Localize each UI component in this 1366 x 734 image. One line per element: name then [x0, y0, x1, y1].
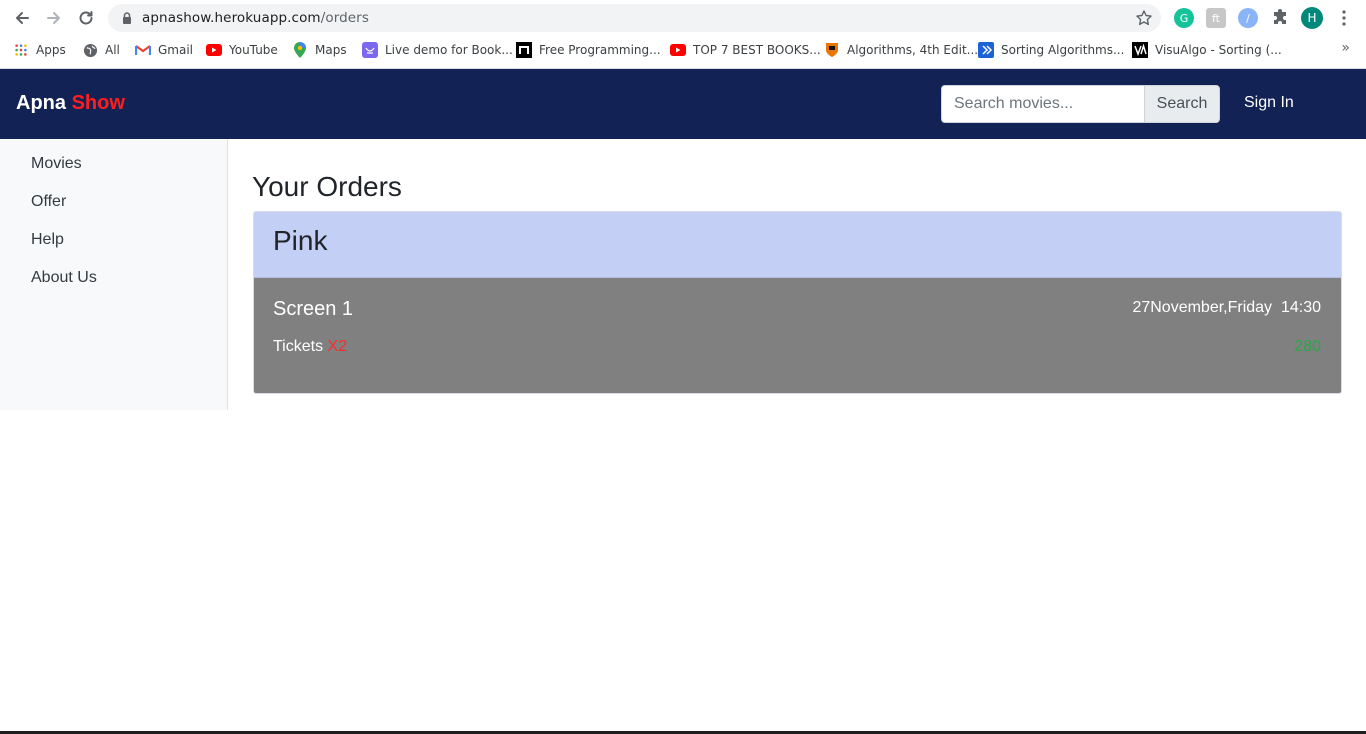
sidebar-item-offer[interactable]: Offer [31, 193, 66, 211]
bookmarks-bar: Apps All Gmail YouTube Maps Live demo fo… [0, 37, 1366, 63]
order-card-body: Screen 1 27November,Friday 14:30 Tickets… [254, 278, 1341, 393]
order-price: 280 [1294, 338, 1321, 355]
extension-icon[interactable]: ft [1206, 8, 1226, 28]
visualgo-icon [1132, 42, 1148, 58]
apps-grid-icon [13, 42, 29, 58]
showtime: 27November,Friday 14:30 [1132, 299, 1321, 317]
princeton-shield-icon [824, 42, 840, 58]
bookmark-site-icon [362, 42, 378, 58]
extensions-puzzle-icon[interactable] [1270, 8, 1290, 28]
screen-name: Screen 1 [273, 298, 354, 320]
sign-in-link[interactable]: Sign In [1244, 94, 1294, 112]
bookmark-item[interactable]: Sorting Algorithms... [978, 40, 1124, 60]
back-button[interactable] [10, 6, 34, 30]
bookmark-item[interactable]: Free Programming... [516, 40, 661, 60]
tickets-quantity: X2 [327, 338, 348, 355]
bookmark-label: YouTube [229, 43, 278, 57]
bookmark-label: Maps [315, 43, 347, 57]
search-form: Search [941, 85, 1220, 123]
profile-avatar[interactable]: H [1301, 7, 1323, 29]
tickets-label: Tickets [273, 338, 324, 355]
bookmark-label: TOP 7 BEST BOOKS... [693, 43, 821, 57]
search-button[interactable]: Search [1144, 85, 1220, 123]
grammarly-extension-icon[interactable]: G [1174, 8, 1194, 28]
order-card: Pink Screen 1 27November,Friday 14:30 Ti… [253, 211, 1342, 394]
bookmark-item[interactable]: Maps [292, 40, 347, 60]
sidebar-item-help[interactable]: Help [31, 231, 64, 249]
page-title: Your Orders [252, 171, 402, 202]
order-card-header: Pink [254, 212, 1341, 278]
url-host: apnashow.herokuapp.com [142, 10, 321, 26]
bookmark-item[interactable]: Live demo for Book... [362, 40, 513, 60]
browser-toolbar: apnashow.herokuapp.com/orders G ft / H [0, 0, 1366, 36]
bookmark-item[interactable]: Algorithms, 4th Edit... [824, 40, 978, 60]
address-bar[interactable]: apnashow.herokuapp.com/orders [108, 4, 1161, 32]
sidebar: Movies Offer Help About Us [0, 139, 228, 410]
app-navbar: Apna Show Search Sign In [0, 69, 1366, 139]
youtube-icon [206, 42, 222, 58]
bookmark-star-icon[interactable] [1135, 9, 1153, 27]
bookmark-item[interactable]: Apps [13, 40, 66, 60]
bookmark-item[interactable]: YouTube [206, 40, 278, 60]
bookmark-item[interactable]: TOP 7 BEST BOOKS... [670, 40, 821, 60]
lock-icon [123, 12, 131, 24]
browser-chrome: apnashow.herokuapp.com/orders G ft / H A… [0, 0, 1366, 69]
forward-button[interactable] [42, 6, 66, 30]
bookmark-label: Free Programming... [539, 43, 661, 57]
reload-button[interactable] [74, 6, 98, 30]
back-arrow-icon [16, 12, 29, 24]
bookmark-site-icon [516, 42, 532, 58]
brand-text: Apna [16, 92, 66, 114]
brand-accent-text: Show [71, 92, 125, 114]
maps-pin-icon [292, 42, 308, 58]
reload-icon [79, 11, 93, 25]
more-bookmarks-chevron-icon[interactable]: » [1341, 40, 1350, 56]
globe-icon [82, 42, 98, 58]
bookmark-item[interactable]: Gmail [135, 40, 193, 60]
url-path: /orders [320, 10, 369, 26]
forward-arrow-icon [47, 12, 60, 24]
sidebar-item-about-us[interactable]: About Us [31, 269, 97, 287]
tickets-info: Tickets X2 [273, 338, 347, 356]
youtube-icon [670, 42, 686, 58]
bookmark-label: Apps [36, 43, 66, 57]
browser-menu-icon[interactable] [1334, 8, 1354, 28]
brand-logo[interactable]: Apna Show [16, 92, 125, 115]
gmail-icon [135, 42, 151, 58]
bookmark-label: All [105, 43, 120, 57]
movie-title: Pink [273, 225, 328, 256]
bookmark-label: Sorting Algorithms... [1001, 43, 1125, 57]
sidebar-item-movies[interactable]: Movies [31, 155, 82, 173]
extension-icon[interactable]: / [1238, 8, 1258, 28]
bookmark-label: Gmail [158, 43, 194, 57]
bookmark-site-icon [978, 42, 994, 58]
search-input[interactable] [941, 85, 1144, 123]
bookmark-label: Algorithms, 4th Edit... [847, 43, 979, 57]
bookmark-label: VisuAlgo - Sorting (... [1155, 43, 1282, 57]
bookmark-item[interactable]: VisuAlgo - Sorting (... [1132, 40, 1282, 60]
show-date: 27November,Friday [1132, 299, 1273, 316]
url-text: apnashow.herokuapp.com/orders [142, 10, 369, 26]
bookmark-item[interactable]: All [82, 40, 120, 60]
show-time: 14:30 [1280, 299, 1321, 316]
bookmark-label: Live demo for Book... [385, 43, 513, 57]
